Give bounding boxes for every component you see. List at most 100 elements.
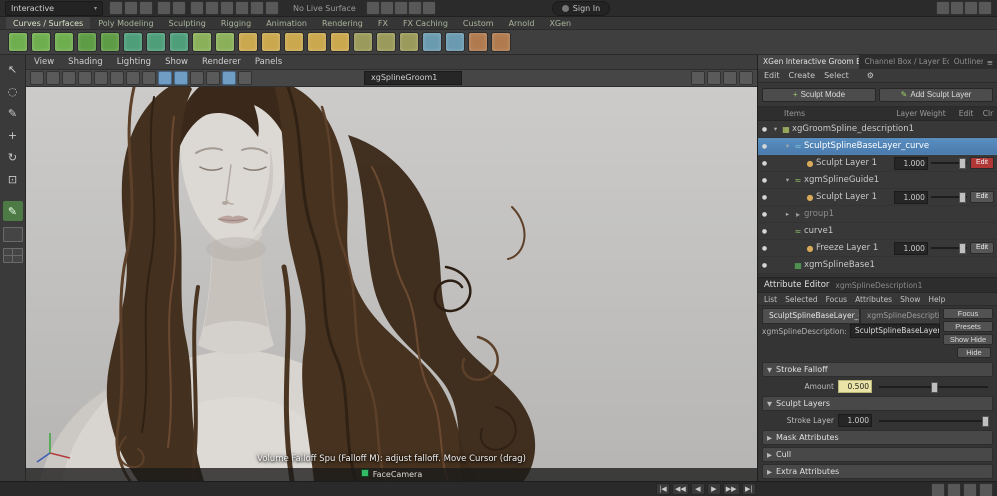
layer-edit-button[interactable]: Edit [970, 191, 994, 203]
cylinder-primitive-icon[interactable] [54, 32, 74, 52]
pin-panel-icon[interactable]: ⚙ [867, 71, 874, 80]
move-tool[interactable]: + [3, 125, 23, 145]
ae-menu-selected[interactable]: Selected [785, 295, 818, 304]
section-cull[interactable]: ▶Cull [762, 447, 993, 462]
film-gate-icon[interactable] [46, 71, 60, 85]
revolve-icon[interactable] [284, 32, 304, 52]
ae-menu-list[interactable]: List [764, 295, 777, 304]
show-hide-button[interactable]: Show Hide [943, 334, 993, 345]
step-back-frame-button[interactable]: ◀◀ [672, 483, 689, 495]
grid-toggle-icon[interactable] [30, 71, 44, 85]
sculpt-mode-button[interactable]: +Sculpt Mode [762, 88, 876, 102]
snap-point-icon[interactable] [220, 1, 234, 15]
node-name-field[interactable]: SculptSplineBaseLayer_curve [850, 324, 940, 338]
camera-settings-icon[interactable] [723, 71, 737, 85]
layer-weight-field[interactable]: 1.000 [894, 191, 928, 204]
expander-icon[interactable]: ▾ [783, 176, 792, 184]
shelf-tab-poly-modeling[interactable]: Poly Modeling [91, 17, 160, 30]
presets-button[interactable]: Presets [943, 321, 993, 332]
groom-menu-edit[interactable]: Edit [764, 71, 780, 80]
make-live-icon[interactable] [265, 1, 279, 15]
resolution-gate-icon[interactable] [62, 71, 76, 85]
mirror-icon[interactable] [445, 32, 465, 52]
attribute-slider[interactable] [879, 416, 988, 426]
groom-menu-select[interactable]: Select [824, 71, 849, 80]
single-pane-layout-button[interactable] [3, 227, 23, 242]
open-scene-icon[interactable] [124, 1, 138, 15]
layer-edit-button[interactable]: Edit [970, 242, 994, 254]
section-sculpt-layers[interactable]: ▼Sculpt Layers [762, 396, 993, 411]
smooth-shade-icon[interactable] [158, 71, 172, 85]
node-tab-xgmsplinedescription1[interactable]: xgmSplineDescription1 [860, 308, 940, 324]
cv-curve-icon[interactable] [123, 32, 143, 52]
ae-menu-help[interactable]: Help [928, 295, 945, 304]
pencil-curve-icon[interactable] [192, 32, 212, 52]
lighting-toggle-icon[interactable] [190, 71, 204, 85]
anti-alias-toggle-icon[interactable] [238, 71, 252, 85]
scale-tool[interactable]: ⊡ [3, 169, 23, 189]
wireframe-icon[interactable] [142, 71, 156, 85]
tool-settings-toggle-icon[interactable] [978, 1, 992, 15]
shelf-tab-rendering[interactable]: Rendering [315, 17, 370, 30]
cube-primitive-icon[interactable] [31, 32, 51, 52]
shelf-tab-arnold[interactable]: Arnold [502, 17, 542, 30]
anim-layer-icon[interactable] [931, 483, 945, 496]
four-pane-layout-button[interactable] [3, 248, 23, 263]
gear-icon[interactable] [739, 71, 753, 85]
textured-icon[interactable] [174, 71, 188, 85]
extrude-icon[interactable] [330, 32, 350, 52]
tree-row[interactable]: ●▦xgmSplineBase1 [758, 257, 997, 274]
isolate-select-icon[interactable] [707, 71, 721, 85]
hide-button[interactable]: Hide [957, 347, 991, 358]
visibility-dot[interactable]: ● [758, 228, 771, 235]
tree-row[interactable]: ●≈curve1 [758, 223, 997, 240]
construction-history-icon[interactable] [366, 1, 380, 15]
visibility-dot[interactable]: ● [758, 160, 771, 167]
expander-icon[interactable]: ▸ [783, 210, 792, 218]
tree-row[interactable]: ●▾▦xgGroomSpline_description1 [758, 121, 997, 138]
shadows-toggle-icon[interactable] [206, 71, 220, 85]
panel-tab-xgen-interactive-groom-editor[interactable]: XGen Interactive Groom Editor [758, 55, 859, 69]
render-settings-icon[interactable] [422, 1, 436, 15]
layer-weight-field[interactable]: 1.000 [894, 157, 928, 170]
birail-icon[interactable] [307, 32, 327, 52]
snap-curve-icon[interactable] [205, 1, 219, 15]
graph-editor-icon[interactable] [947, 483, 961, 496]
slider-handle[interactable] [959, 243, 966, 254]
snap-grid-icon[interactable] [190, 1, 204, 15]
layer-weight-field[interactable]: 1.000 [894, 242, 928, 255]
visibility-dot[interactable]: ● [758, 194, 771, 201]
viewport-menu-panels[interactable]: Panels [255, 57, 282, 67]
visibility-dot[interactable]: ● [758, 143, 771, 150]
visibility-dot[interactable]: ● [758, 245, 771, 252]
plane-primitive-icon[interactable] [77, 32, 97, 52]
section-extra-attributes[interactable]: ▶Extra Attributes [762, 464, 993, 479]
node-tab-sculptsplinebaselayer-curve[interactable]: SculptSplineBaseLayer_curve [762, 308, 860, 324]
attribute-editor-toggle-icon[interactable] [964, 1, 978, 15]
go-to-start-button[interactable]: |◀ [656, 483, 670, 495]
ae-menu-show[interactable]: Show [900, 295, 920, 304]
open-render-view-icon[interactable] [380, 1, 394, 15]
channel-box-toggle-icon[interactable] [950, 1, 964, 15]
ep-curve-icon[interactable] [146, 32, 166, 52]
visibility-dot[interactable]: ● [758, 211, 771, 218]
loft-icon[interactable] [238, 32, 258, 52]
bezier-curve-icon[interactable] [169, 32, 189, 52]
slider-handle[interactable] [959, 158, 966, 169]
viewport-menu-view[interactable]: View [34, 57, 54, 67]
panel-tab-outliner[interactable]: Outliner [949, 55, 983, 69]
panel-tab-channel-box-layer-editor[interactable]: Channel Box / Layer Editor [859, 55, 948, 69]
layer-edit-button[interactable]: Edit [970, 157, 994, 169]
tree-row[interactable]: ●●Sculpt Layer 11.000Edit [758, 155, 997, 172]
layer-weight-slider[interactable] [931, 158, 967, 168]
shelf-tab-animation[interactable]: Animation [259, 17, 314, 30]
visibility-dot[interactable]: ● [758, 262, 771, 269]
sphere-primitive-icon[interactable] [8, 32, 28, 52]
ae-menu-focus[interactable]: Focus [826, 295, 847, 304]
undo-icon[interactable] [157, 1, 171, 15]
safe-action-icon[interactable] [110, 71, 124, 85]
focus-button[interactable]: Focus [943, 308, 993, 319]
rotate-tool[interactable]: ↻ [3, 147, 23, 167]
attribute-slider[interactable] [879, 382, 988, 392]
safe-title-icon[interactable] [126, 71, 140, 85]
